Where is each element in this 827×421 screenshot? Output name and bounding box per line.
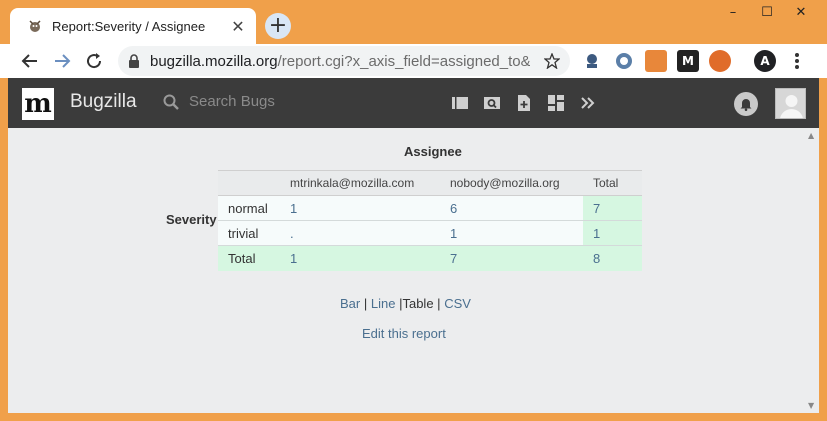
totals-row: Total 1 7 8 (218, 245, 642, 271)
table-format-current: Table (402, 296, 434, 311)
csv-format-link[interactable]: CSV (444, 296, 471, 311)
extension-1-icon[interactable] (581, 50, 603, 72)
table-header-row: mtrinkala@mozilla.com nobody@mozilla.org… (218, 170, 642, 196)
bugzilla-logo[interactable]: m (22, 88, 54, 120)
profile-avatar[interactable]: A (754, 50, 776, 72)
reload-button[interactable] (82, 49, 106, 73)
bookmark-star-button[interactable] (540, 49, 564, 73)
bar-format-link[interactable]: Bar (340, 296, 360, 311)
row-header: trivial (218, 220, 280, 246)
search-icon (163, 94, 179, 110)
column-header: mtrinkala@mozilla.com (280, 170, 440, 196)
column-axis-label: Assignee (404, 144, 462, 159)
browser-window: Report:Severity / Assignee ✕ + – ☐ ✕ bug… (0, 0, 827, 421)
scroll-down-arrow-icon[interactable]: ▼ (808, 401, 814, 410)
page-scrollbar[interactable]: ▲ ▼ (805, 128, 819, 413)
extension-2-icon[interactable] (613, 50, 635, 72)
search-placeholder: Search Bugs (189, 93, 275, 110)
browser-menu-button[interactable] (785, 49, 809, 73)
forward-arrow-icon (55, 54, 71, 68)
url-text: bugzilla.mozilla.org/report.cgi?x_axis_f… (150, 53, 530, 70)
totals-row-header: Total (218, 245, 280, 271)
address-bar[interactable]: bugzilla.mozilla.org/report.cgi?x_axis_f… (118, 46, 570, 76)
kebab-menu-icon (795, 53, 799, 69)
table-cell-link[interactable]: 1 (440, 220, 583, 246)
separator: | (437, 296, 441, 311)
column-header: nobody@mozilla.org (440, 170, 583, 196)
table-cell-empty: . (280, 220, 440, 246)
new-bug-icon[interactable] (515, 94, 533, 112)
row-total-link[interactable]: 7 (583, 195, 642, 221)
forward-button[interactable] (50, 49, 74, 73)
reload-icon (87, 53, 102, 69)
format-links: Bar | Line |Table | CSV (340, 296, 471, 311)
lock-icon (129, 54, 139, 68)
more-chevrons-icon[interactable] (579, 94, 597, 112)
close-window-button[interactable]: ✕ (784, 0, 818, 24)
bugzilla-title[interactable]: Bugzilla (70, 91, 137, 113)
column-total-link[interactable]: 7 (440, 245, 583, 271)
row-total-link[interactable]: 1 (583, 220, 642, 246)
star-icon (544, 53, 560, 69)
bugzilla-header: m Bugzilla Search Bugs (8, 78, 819, 128)
report-content: Assignee Severity mtrinkala@mozilla.com … (8, 128, 805, 413)
separator: | (363, 296, 368, 311)
new-tab-button[interactable]: + (265, 13, 291, 39)
bell-icon (740, 99, 752, 111)
minimize-button[interactable]: – (716, 0, 750, 24)
maximize-button[interactable]: ☐ (750, 0, 784, 24)
report-table: mtrinkala@mozilla.com nobody@mozilla.org… (218, 170, 642, 271)
browser-toolbar: bugzilla.mozilla.org/report.cgi?x_axis_f… (0, 44, 827, 78)
column-header-total: Total (583, 170, 642, 196)
url-domain: bugzilla.mozilla.org (150, 52, 278, 70)
tab-title: Report:Severity / Assignee (52, 18, 206, 34)
scroll-up-arrow-icon[interactable]: ▲ (808, 131, 814, 140)
row-header: normal (218, 195, 280, 221)
browse-icon[interactable] (451, 94, 469, 112)
extension-5-icon[interactable] (709, 50, 731, 72)
column-total-link[interactable]: 1 (280, 245, 440, 271)
extension-4-icon[interactable]: M (677, 50, 699, 72)
notifications-button[interactable] (734, 92, 758, 116)
table-row: trivial . 1 1 (218, 220, 642, 246)
table-row: normal 1 6 7 (218, 195, 642, 221)
extension-3-icon[interactable] (645, 50, 667, 72)
back-button[interactable] (18, 49, 42, 73)
line-format-link[interactable]: Line (371, 296, 396, 311)
header-corner-cell (218, 170, 280, 196)
bugzilla-favicon-icon (26, 17, 44, 35)
tab-strip: Report:Severity / Assignee ✕ + – ☐ ✕ (0, 0, 827, 44)
grand-total-link[interactable]: 8 (583, 245, 642, 271)
advanced-search-icon[interactable] (483, 94, 501, 112)
edit-report-link[interactable]: Edit this report (362, 326, 446, 341)
table-cell-link[interactable]: 1 (280, 195, 440, 221)
dashboard-icon[interactable] (547, 94, 565, 112)
back-arrow-icon (21, 54, 37, 68)
bugzilla-search[interactable]: Search Bugs (163, 93, 275, 110)
browser-tab[interactable]: Report:Severity / Assignee ✕ (10, 8, 256, 44)
user-icon (780, 95, 803, 118)
row-axis-label: Severity (166, 212, 217, 227)
tab-close-icon[interactable]: ✕ (228, 16, 248, 36)
user-avatar[interactable] (775, 88, 806, 119)
page-viewport: m Bugzilla Search Bugs Assignee Severity (8, 78, 819, 413)
url-path: /report.cgi?x_axis_field=assigned_to&y_.… (277, 52, 530, 70)
table-cell-link[interactable]: 6 (440, 195, 583, 221)
